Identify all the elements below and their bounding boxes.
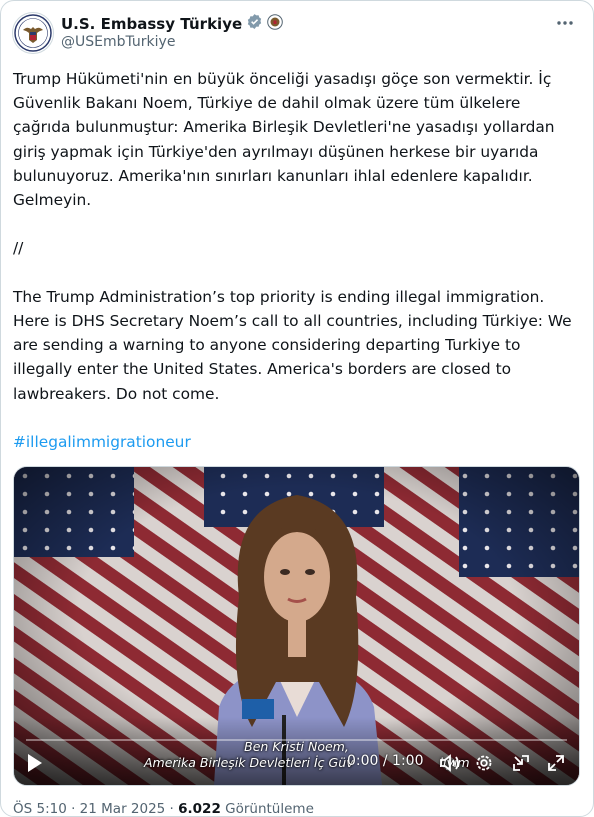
tweet-timestamp[interactable]: ÖS 5:10 · 21 Mar 2025 · — [13, 801, 178, 816]
views-label: Görüntüleme — [220, 801, 314, 817]
picture-in-picture-icon[interactable] — [511, 753, 531, 773]
government-seal-icon — [267, 13, 283, 34]
video-frame — [14, 467, 579, 785]
tweet-metadata: ÖS 5:10 · 21 Mar 2025 · 6.022 Görüntülem… — [13, 801, 314, 817]
volume-icon[interactable] — [439, 753, 461, 773]
verified-badge-icon — [246, 13, 263, 34]
video-player[interactable]: Ben Kristi Noem, Amerika Birleşik Devlet… — [13, 466, 580, 786]
hashtag-link[interactable]: #illegalimmigrationeur — [13, 433, 191, 451]
account-display-name[interactable]: U.S. Embassy Türkiye — [61, 15, 242, 33]
video-time-display: 0:00 / 1:00 — [347, 753, 424, 769]
more-icon[interactable] — [555, 13, 575, 38]
tweet-body: Trump Hükümeti'nin en büyük önceliği yas… — [13, 67, 579, 454]
tweet-separator: // — [13, 239, 24, 258]
embassy-seal-avatar[interactable] — [12, 12, 54, 54]
video-progress-bar[interactable] — [26, 739, 567, 741]
fullscreen-icon[interactable] — [546, 753, 566, 773]
tweet-text-turkish: Trump Hükümeti'nin en büyük önceliği yas… — [13, 70, 560, 210]
tweet-text-english: The Trump Administration’s top priority … — [13, 287, 577, 403]
tweet-card: U.S. Embassy Türkiye @USEmbTurkiye Trump… — [0, 0, 594, 817]
play-icon[interactable] — [26, 753, 44, 773]
video-controls: 0:00 / 1:00 — [14, 739, 579, 785]
settings-gear-icon[interactable] — [474, 753, 494, 773]
views-count: 6.022 — [178, 801, 221, 817]
account-handle[interactable]: @USEmbTurkiye — [61, 34, 175, 50]
account-name-row: U.S. Embassy Türkiye — [61, 13, 283, 34]
